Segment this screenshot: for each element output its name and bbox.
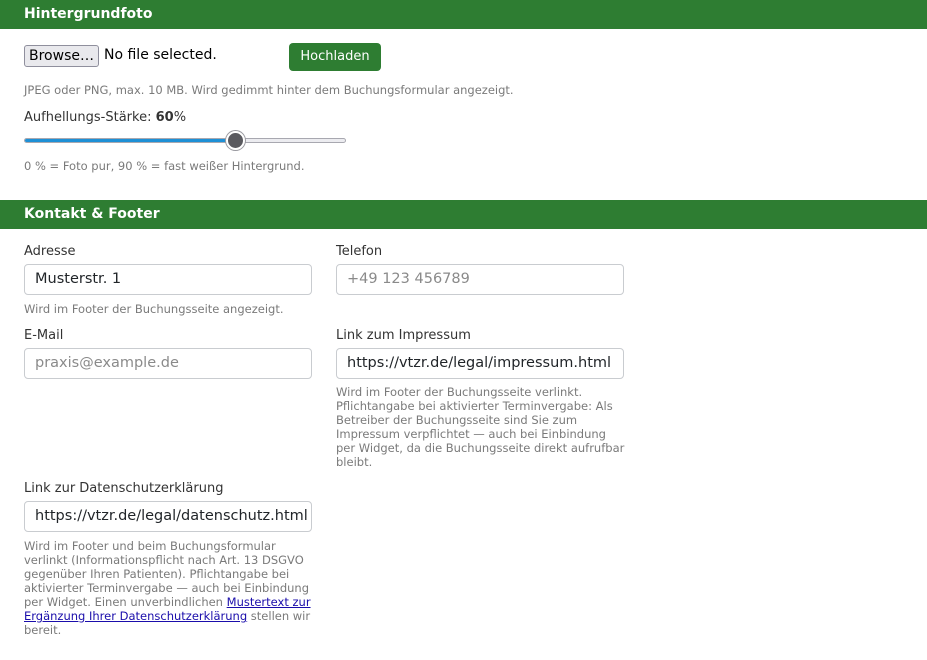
slider-hint: 0 % = Foto pur, 90 % = fast weißer Hinte… (24, 159, 305, 173)
brightness-label-row: Aufhellungs-Stärke: 60% (24, 110, 186, 125)
brightness-slider-thumb[interactable] (226, 131, 246, 150)
privacy-hint: Wird im Footer und beim Buchungsformular… (24, 539, 314, 637)
phone-label: Telefon (336, 244, 383, 259)
brightness-slider-fill (25, 139, 237, 142)
imprint-hint: Wird im Footer der Buchungsseite verlink… (336, 385, 625, 469)
background-photo-header: Hintergrundfoto (0, 0, 927, 29)
email-field[interactable]: praxis@example.de (24, 348, 312, 379)
format-hint: JPEG oder PNG, max. 10 MB. Wird gedimmt … (24, 83, 514, 97)
brightness-label: Aufhellungs-Stärke: (24, 110, 152, 125)
address-label: Adresse (24, 244, 76, 259)
brightness-unit: % (173, 110, 187, 125)
privacy-field[interactable]: https://vtzr.de/legal/datenschutz.html (24, 501, 312, 532)
brightness-value: 60 (155, 110, 174, 125)
file-status: No file selected. (104, 47, 217, 63)
address-field[interactable]: Musterstr. 1 (24, 264, 312, 295)
contact-footer-header: Kontakt & Footer (0, 200, 927, 229)
imprint-field[interactable]: https://vtzr.de/legal/impressum.html (336, 348, 624, 379)
upload-button[interactable]: Hochladen (289, 43, 381, 71)
imprint-label: Link zum Impressum (336, 328, 471, 343)
address-hint: Wird im Footer der Buchungsseite angezei… (24, 302, 284, 316)
brightness-slider-track[interactable] (24, 138, 346, 143)
phone-field[interactable]: +49 123 456789 (336, 264, 624, 295)
privacy-label: Link zur Datenschutzerklärung (24, 481, 224, 496)
email-label: E-Mail (24, 328, 64, 343)
browse-button[interactable]: Browse… (24, 45, 99, 67)
